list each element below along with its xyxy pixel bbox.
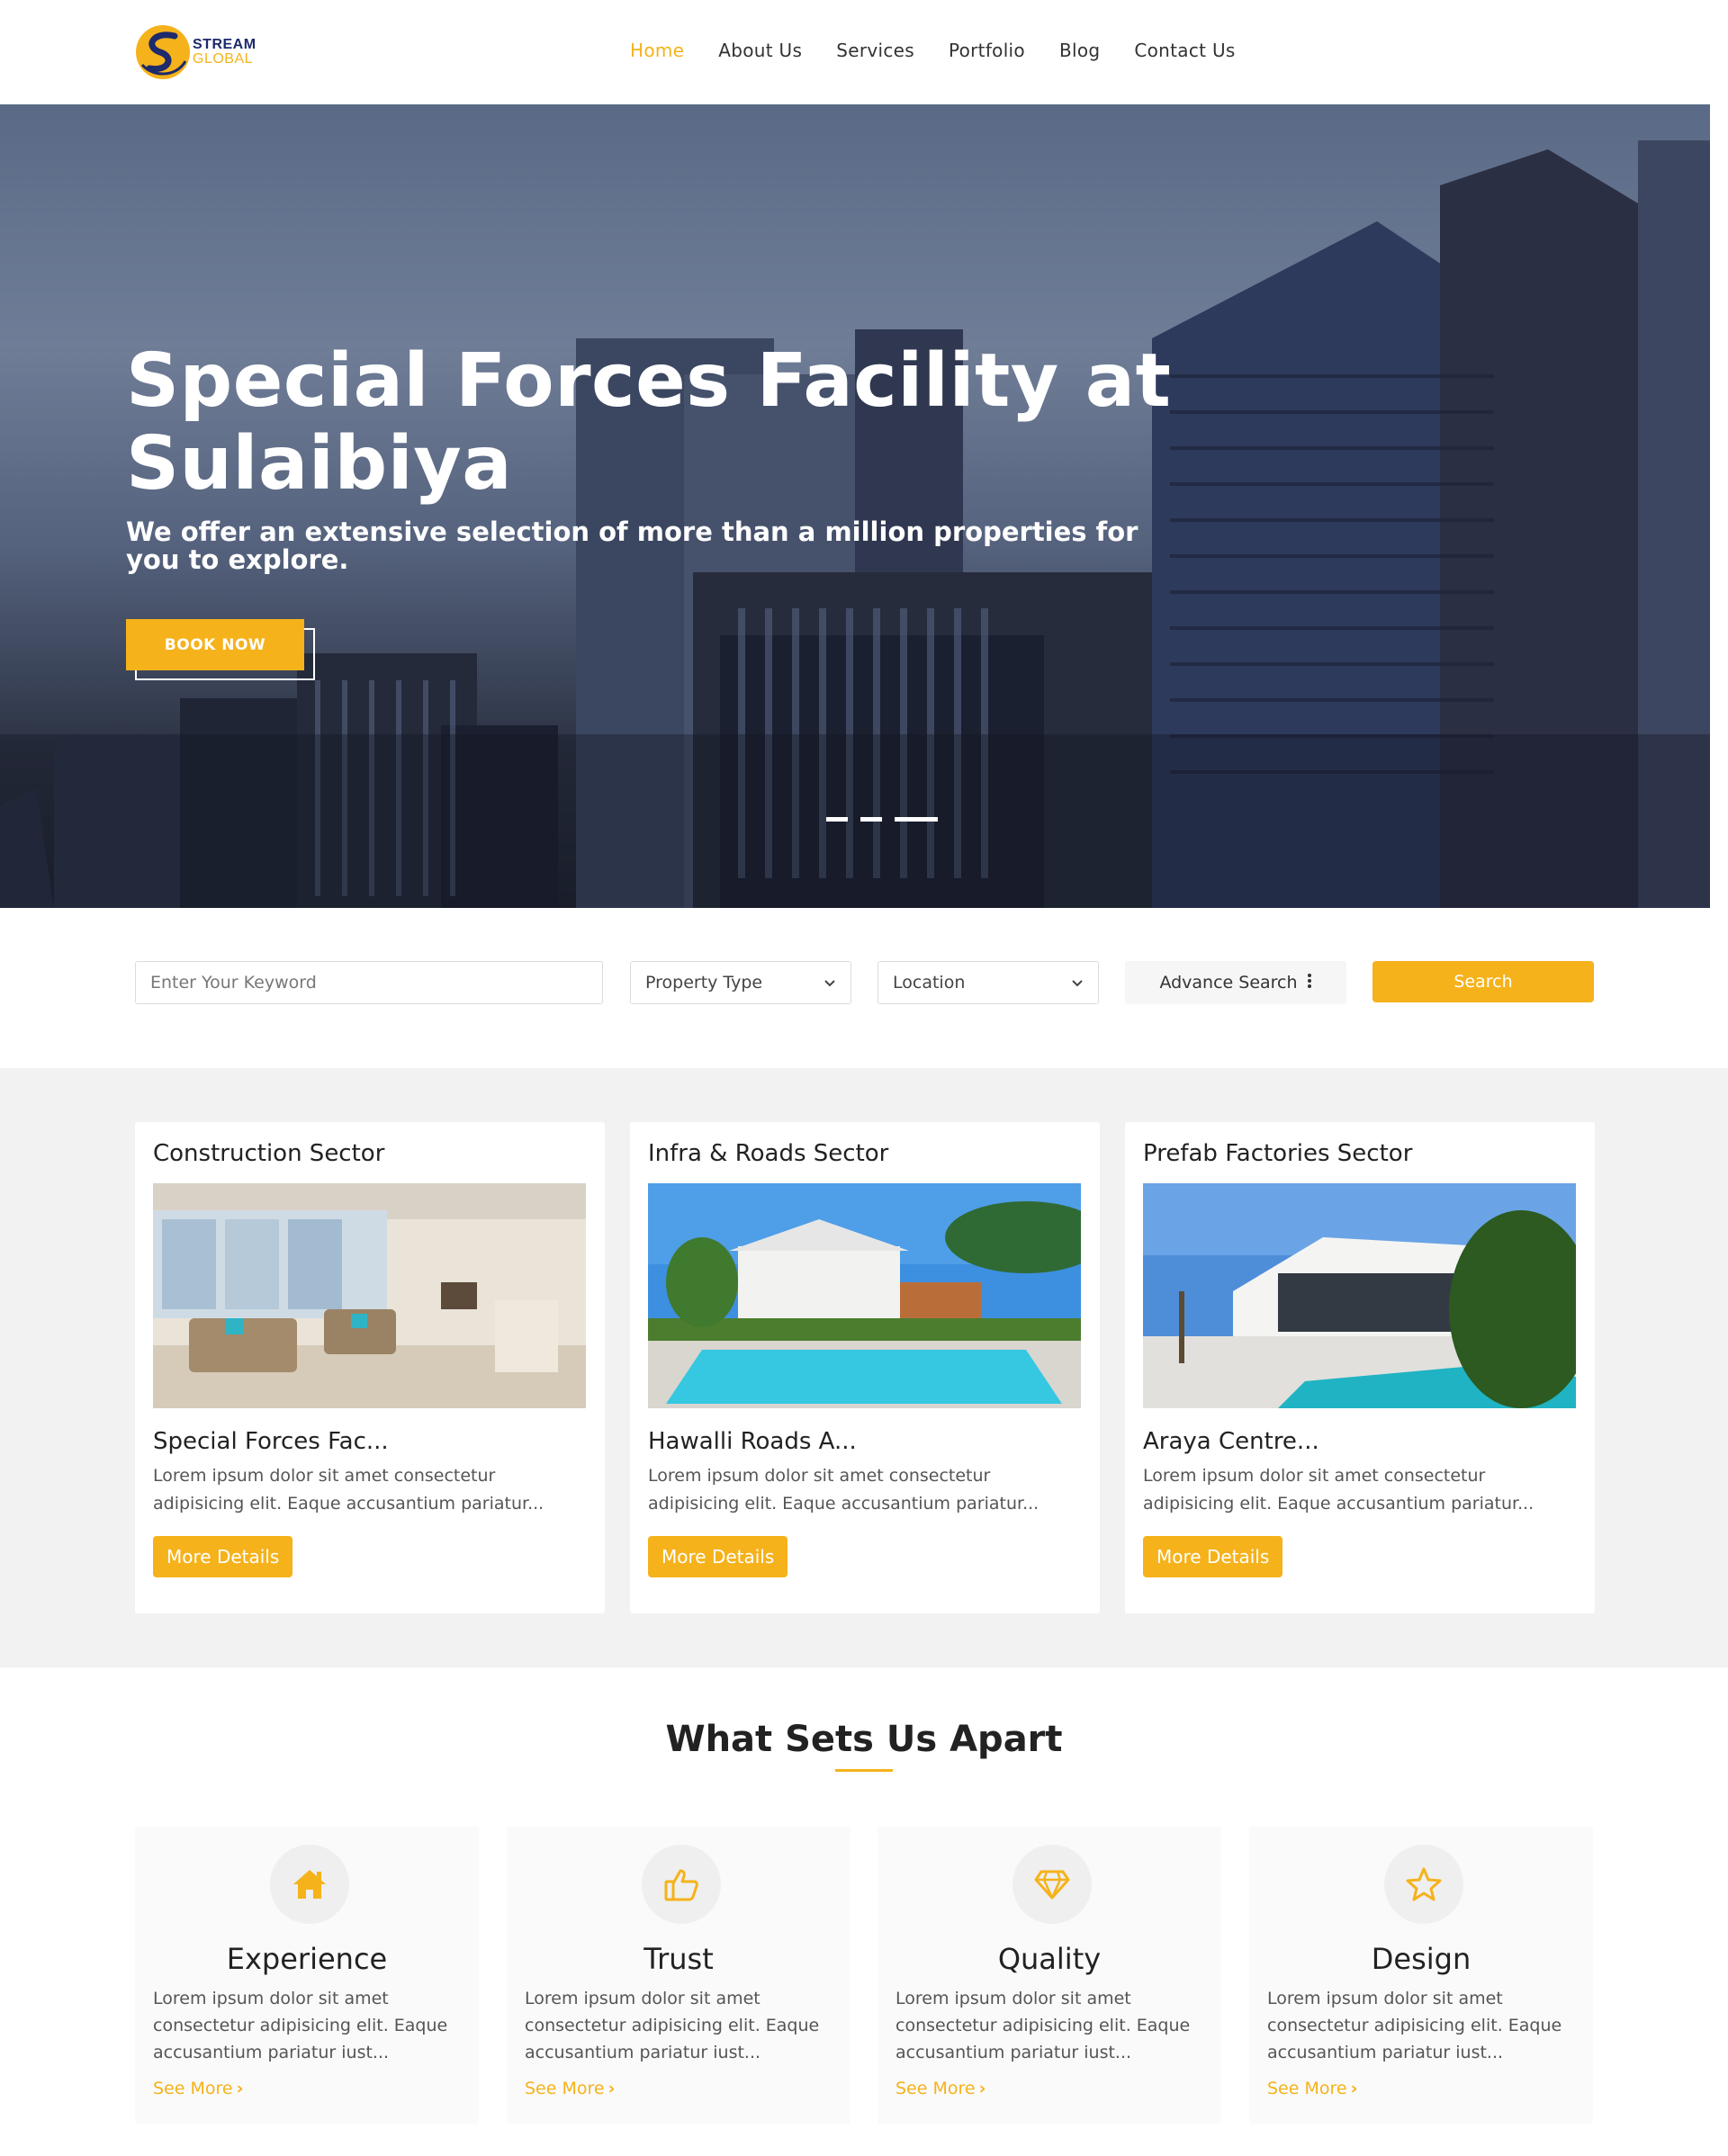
see-more-label: See More (153, 2079, 233, 2098)
sector-title: Construction Sector (153, 1140, 385, 1167)
location-select[interactable]: Location (878, 961, 1099, 1004)
property-type-label: Property Type (645, 973, 763, 993)
feature-card-experience: Experience Lorem ipsum dolor sit amet co… (135, 1827, 479, 2124)
see-more-label: See More (1267, 2079, 1347, 2098)
feature-title: Quality (997, 1942, 1102, 1976)
nav-portfolio[interactable]: Portfolio (949, 40, 1025, 61)
hero-title: Special Forces Facility at Sulaibiya (126, 338, 1172, 507)
logo-text: STREAM GLOBAL (193, 38, 256, 67)
star-icon (1384, 1845, 1463, 1924)
sector-card-construction: Construction Sector Special Forces Fac..… (135, 1122, 605, 1613)
sector-image-villa-pool[interactable] (648, 1183, 1081, 1408)
feature-description: Lorem ipsum dolor sit amet consectetur a… (896, 1989, 1191, 2062)
more-details-button[interactable]: More Details (1143, 1536, 1283, 1577)
chevron-down-icon (824, 973, 836, 993)
site-header: STREAM GLOBAL Home About Us Services Por… (0, 0, 1728, 104)
sector-description: Lorem ipsum dolor sit amet consectetur a… (648, 1466, 1040, 1514)
feature-title: Trust (644, 1942, 714, 1976)
see-more-link[interactable]: See More › (1267, 2079, 1357, 2098)
feature-card-quality: Quality Lorem ipsum dolor sit amet conse… (878, 1827, 1221, 2124)
sector-card-infra-roads: Infra & Roads Sector Hawalli Roads A... … (630, 1122, 1100, 1613)
feature-title: Design (1371, 1942, 1472, 1976)
nav-home[interactable]: Home (630, 40, 684, 61)
hero-subtitle: We offer an extensive selection of more … (126, 517, 1138, 575)
sector-project-name: Hawalli Roads A... (648, 1428, 857, 1455)
see-more-link[interactable]: See More › (525, 2079, 615, 2098)
see-more-link[interactable]: See More › (896, 2079, 986, 2098)
nav-services[interactable]: Services (836, 40, 914, 61)
sector-title: Prefab Factories Sector (1143, 1140, 1413, 1167)
vertical-dots-icon (1307, 973, 1312, 993)
sector-description: Lorem ipsum dolor sit amet consectetur a… (153, 1466, 544, 1514)
logo-line2: GLOBAL (193, 51, 254, 67)
search-button[interactable]: Search (1372, 961, 1594, 1002)
chevron-right-icon: › (608, 2079, 616, 2098)
home-icon (270, 1845, 349, 1924)
slider-dot-2[interactable] (860, 817, 882, 822)
thumbs-up-icon (642, 1845, 721, 1924)
sector-project-name: Special Forces Fac... (153, 1428, 389, 1455)
nav-contact-us[interactable]: Contact Us (1134, 40, 1235, 61)
feature-card-trust: Trust Lorem ipsum dolor sit amet consect… (507, 1827, 850, 2124)
see-more-link[interactable]: See More › (153, 2079, 243, 2098)
slider-dots (826, 817, 938, 822)
sector-card-prefab-factories: Prefab Factories Sector Araya Centre... … (1125, 1122, 1595, 1613)
slider-dot-1[interactable] (826, 817, 848, 822)
brand-logo[interactable]: STREAM GLOBAL (135, 23, 270, 81)
see-more-label: See More (896, 2079, 976, 2098)
location-label: Location (893, 973, 966, 993)
sector-title: Infra & Roads Sector (648, 1140, 889, 1167)
sector-description: Lorem ipsum dolor sit amet consectetur a… (1143, 1466, 1534, 1514)
feature-card-design: Design Lorem ipsum dolor sit amet consec… (1249, 1827, 1593, 2124)
advance-search-button[interactable]: Advance Search (1125, 961, 1346, 1004)
main-nav: Home About Us Services Portfolio Blog Co… (630, 40, 1270, 61)
logo-mark-icon (135, 23, 191, 81)
more-details-button[interactable]: More Details (153, 1536, 293, 1577)
property-type-select[interactable]: Property Type (630, 961, 851, 1004)
more-details-button[interactable]: More Details (648, 1536, 788, 1577)
slider-dot-3[interactable] (895, 817, 938, 822)
feature-description: Lorem ipsum dolor sit amet consectetur a… (153, 1989, 448, 2062)
diamond-icon (1012, 1845, 1092, 1924)
logo-line1: STREAM (193, 37, 256, 52)
title-underline (835, 1769, 893, 1772)
advance-search-label: Advance Search (1159, 973, 1298, 993)
sectors-section: Construction Sector Special Forces Fac..… (0, 1068, 1728, 1667)
book-now-button[interactable]: BOOK NOW (126, 619, 304, 670)
sector-image-interior[interactable] (153, 1183, 586, 1408)
book-now-wrapper: BOOK NOW (126, 619, 317, 682)
property-search-bar: Property Type Location Advance Search Se… (135, 961, 1594, 1004)
chevron-right-icon: › (236, 2079, 244, 2098)
chevron-right-icon: › (978, 2079, 986, 2098)
feature-description: Lorem ipsum dolor sit amet consectetur a… (525, 1989, 820, 2062)
nav-blog[interactable]: Blog (1059, 40, 1100, 61)
chevron-right-icon: › (1350, 2079, 1358, 2098)
feature-title: Experience (226, 1942, 388, 1976)
nav-about-us[interactable]: About Us (718, 40, 802, 61)
keyword-input[interactable] (135, 961, 603, 1004)
chevron-down-icon (1071, 973, 1084, 993)
hero-slider: Special Forces Facility at Sulaibiya We … (0, 104, 1710, 908)
sector-project-name: Araya Centre... (1143, 1428, 1319, 1455)
apart-section-title: What Sets Us Apart (665, 1719, 1063, 1760)
see-more-label: See More (525, 2079, 605, 2098)
sector-image-modern-house[interactable] (1143, 1183, 1576, 1408)
feature-description: Lorem ipsum dolor sit amet consectetur a… (1267, 1989, 1562, 2062)
